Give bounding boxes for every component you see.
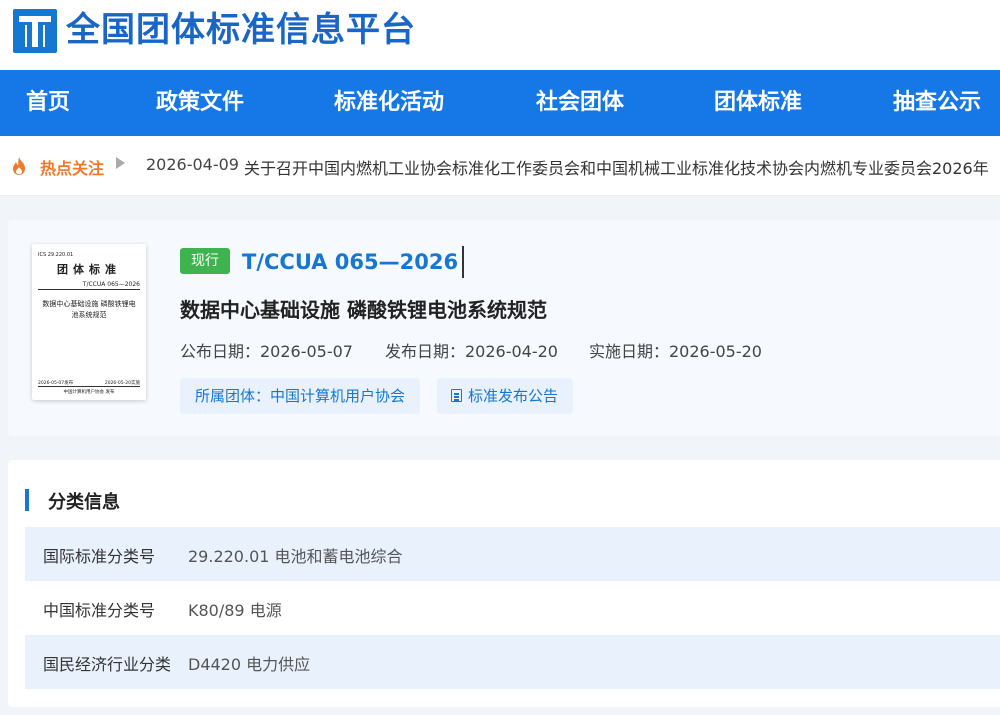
nav-item-inspection[interactable]: 抽查公示: [893, 70, 981, 136]
standard-code: T/CCUA 065—2026: [242, 246, 465, 278]
classification-row: 国际标准分类号 29.220.01 电池和蓄电池综合: [25, 527, 1000, 581]
standard-cover-thumbnail[interactable]: ICS 29.220.01 团体标准 T/CCUA 065—2026 数据中心基…: [32, 244, 146, 400]
nav-item-activities[interactable]: 标准化活动: [334, 70, 444, 136]
hot-news-date: 2026-04-09: [146, 155, 239, 174]
nav-item-policy[interactable]: 政策文件: [156, 70, 244, 136]
effective-date: 实施日期：2026-05-20: [589, 342, 762, 361]
row-label-ccs: 中国标准分类号: [43, 601, 156, 620]
row-label-industry: 国民经济行业分类: [43, 655, 172, 674]
site-header: 全国团体标准信息平台: [0, 0, 1000, 70]
cover-ics: ICS 29.220.01: [38, 252, 74, 258]
hot-news-link[interactable]: 关于召开中国内燃机工业协会标准化工作委员会和中国机械工业标准化技术协会内燃机专业…: [244, 155, 989, 179]
cover-number: T/CCUA 065—2026: [82, 281, 140, 288]
flame-icon: [13, 157, 25, 175]
hot-topics-label: 热点关注: [40, 159, 105, 178]
classification-card: 分类信息 国际标准分类号 29.220.01 电池和蓄电池综合 中国标准分类号 …: [8, 460, 1000, 707]
section-title: 分类信息: [48, 492, 120, 513]
standard-title: 数据中心基础设施 磷酸铁锂电池系统规范: [180, 298, 547, 322]
nav-item-groups[interactable]: 社会团体: [536, 70, 624, 136]
section-accent-bar: [25, 489, 29, 511]
play-arrow-icon: [116, 157, 125, 169]
cover-divider-bottom: [38, 386, 140, 387]
nav-item-standards[interactable]: 团体标准: [714, 70, 802, 136]
issued-date: 发布日期：2026-04-20: [385, 342, 558, 361]
main-nav: 首页 政策文件 标准化活动 社会团体 团体标准 抽查公示: [0, 70, 1000, 136]
published-date: 公布日期：2026-05-07: [180, 342, 353, 361]
cover-heading: 团体标准: [57, 263, 121, 276]
status-badge: 现行: [180, 248, 230, 274]
row-value-industry: D4420 电力供应: [188, 655, 311, 674]
logo-icon[interactable]: [13, 9, 57, 53]
organization-link[interactable]: 所属团体：中国计算机用户协会: [180, 378, 421, 414]
cover-name-line1: 数据中心基础设施 磷酸铁锂电: [42, 300, 136, 308]
hot-topics-bar: 热点关注 2026-04-09 关于召开中国内燃机工业协会标准化工作委员会和中国…: [0, 136, 1000, 196]
nav-item-home[interactable]: 首页: [26, 70, 70, 136]
document-icon: [451, 389, 462, 402]
cover-name-line2: 池系统规范: [71, 311, 107, 319]
classification-row: 中国标准分类号 K80/89 电源: [25, 581, 1000, 635]
release-notice-label: 标准发布公告: [468, 387, 559, 405]
row-value-ics: 29.220.01 电池和蓄电池综合: [188, 547, 403, 566]
cover-divider: [38, 289, 140, 290]
row-label-ics: 国际标准分类号: [43, 547, 156, 566]
site-title[interactable]: 全国团体标准信息平台: [66, 8, 416, 52]
row-value-ccs: K80/89 电源: [188, 601, 282, 620]
cover-publisher: 中国计算机用户协会 发布: [63, 390, 115, 395]
classification-row: 国民经济行业分类 D4420 电力供应: [25, 635, 1000, 689]
standard-card: ICS 29.220.01 团体标准 T/CCUA 065—2026 数据中心基…: [8, 220, 1000, 436]
release-notice-button[interactable]: 标准发布公告: [437, 378, 574, 414]
